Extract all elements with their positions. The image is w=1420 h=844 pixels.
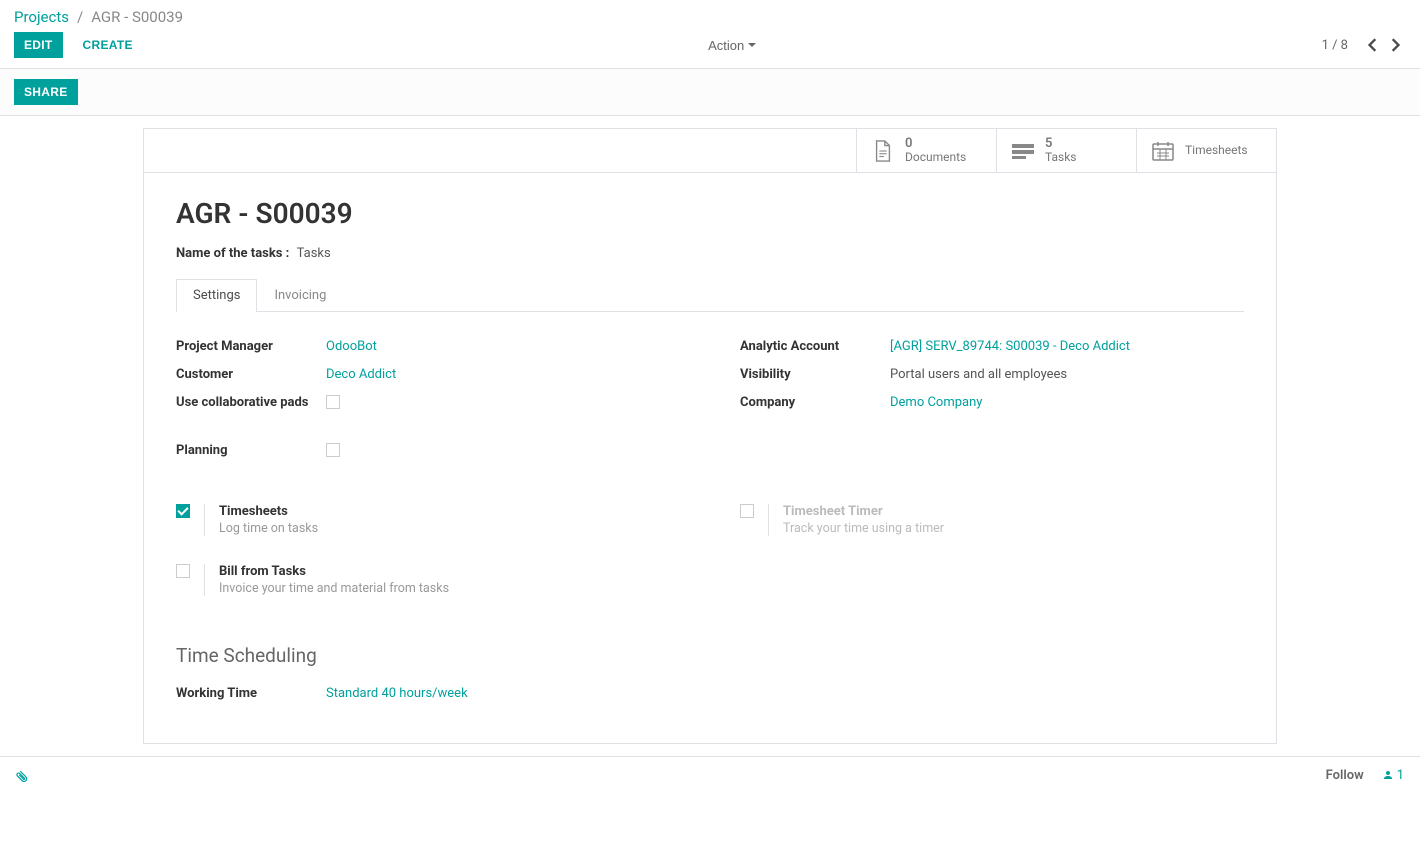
stat-button-tasks[interactable]: 5 Tasks [996, 129, 1136, 172]
stat-button-timesheets[interactable]: Timesheets [1136, 129, 1276, 172]
caret-down-icon [748, 43, 756, 47]
breadcrumb-current: AGR - S00039 [91, 8, 183, 26]
collaborative-pads-label: Use collaborative pads [176, 395, 326, 410]
breadcrumb: Projects / AGR - S00039 [0, 0, 1420, 32]
tabs: Settings Invoicing [176, 279, 1244, 312]
breadcrumb-root[interactable]: Projects [14, 8, 69, 26]
action-label: Action [708, 38, 744, 53]
company-label: Company [740, 395, 890, 410]
timesheets-title: Timesheets [219, 504, 318, 519]
planning-label: Planning [176, 443, 326, 458]
customer-value[interactable]: Deco Addict [326, 367, 396, 382]
visibility-value: Portal users and all employees [890, 367, 1067, 382]
working-time-value[interactable]: Standard 40 hours/week [326, 686, 468, 701]
working-time-label: Working Time [176, 686, 326, 701]
tab-invoicing[interactable]: Invoicing [257, 279, 343, 311]
timer-checkbox[interactable] [740, 504, 754, 518]
feature-timer: Timesheet Timer Track your time using a … [740, 504, 1244, 536]
visibility-label: Visibility [740, 367, 890, 382]
timesheets-checkbox[interactable] [176, 504, 190, 518]
pager-next-button[interactable] [1384, 36, 1406, 54]
project-manager-value[interactable]: OdooBot [326, 339, 377, 354]
pager-prev-button[interactable] [1362, 36, 1384, 54]
timesheets-desc: Log time on tasks [219, 521, 318, 536]
stat-button-documents[interactable]: 0 Documents [856, 129, 996, 172]
stat-tasks-count: 5 [1045, 137, 1077, 151]
collaborative-pads-checkbox[interactable] [326, 395, 340, 409]
chatter-bar: Follow 1 [0, 756, 1420, 793]
follow-button[interactable]: Follow [1326, 768, 1364, 783]
file-icon [871, 139, 895, 163]
stat-timesheets-label: Timesheets [1185, 144, 1248, 157]
timer-title: Timesheet Timer [783, 504, 944, 519]
page-title: AGR - S00039 [176, 197, 1244, 230]
bill-title: Bill from Tasks [219, 564, 449, 579]
analytic-account-value[interactable]: [AGR] SERV_89744: S00039 - Deco Addict [890, 339, 1130, 354]
stat-documents-count: 0 [905, 137, 966, 151]
tab-settings[interactable]: Settings [176, 279, 257, 312]
control-panel: EDIT CREATE Action 1 / 8 [0, 32, 1420, 69]
share-button[interactable]: SHARE [14, 79, 78, 105]
time-scheduling-heading: Time Scheduling [176, 644, 1244, 667]
share-bar: SHARE [0, 69, 1420, 116]
stat-button-box: 0 Documents 5 Tasks Timesheets [144, 129, 1276, 173]
bill-checkbox[interactable] [176, 564, 190, 578]
customer-label: Customer [176, 367, 326, 382]
breadcrumb-sep: / [77, 8, 83, 26]
form-sheet: 0 Documents 5 Tasks Timesheets [143, 128, 1277, 744]
calendar-icon [1151, 139, 1175, 163]
analytic-account-label: Analytic Account [740, 339, 890, 354]
company-value[interactable]: Demo Company [890, 395, 982, 410]
tasks-icon [1011, 139, 1035, 163]
edit-button[interactable]: EDIT [14, 32, 63, 58]
timer-desc: Track your time using a timer [783, 521, 944, 536]
stat-tasks-label: Tasks [1045, 151, 1077, 164]
stat-documents-label: Documents [905, 151, 966, 164]
action-dropdown[interactable]: Action [708, 38, 756, 53]
bill-desc: Invoice your time and material from task… [219, 581, 449, 596]
tasks-name-label: Name of the tasks : [176, 246, 289, 261]
followers-button[interactable]: 1 [1382, 768, 1404, 783]
pager-text: 1 / 8 [1322, 38, 1348, 53]
feature-bill-from-tasks: Bill from Tasks Invoice your time and ma… [176, 564, 680, 596]
followers-count: 1 [1397, 768, 1404, 783]
feature-timesheets: Timesheets Log time on tasks [176, 504, 680, 536]
tasks-name-value: Tasks [297, 246, 331, 261]
planning-checkbox[interactable] [326, 443, 340, 457]
project-manager-label: Project Manager [176, 339, 326, 354]
attachment-icon[interactable] [16, 767, 32, 783]
create-button[interactable]: CREATE [73, 32, 143, 58]
